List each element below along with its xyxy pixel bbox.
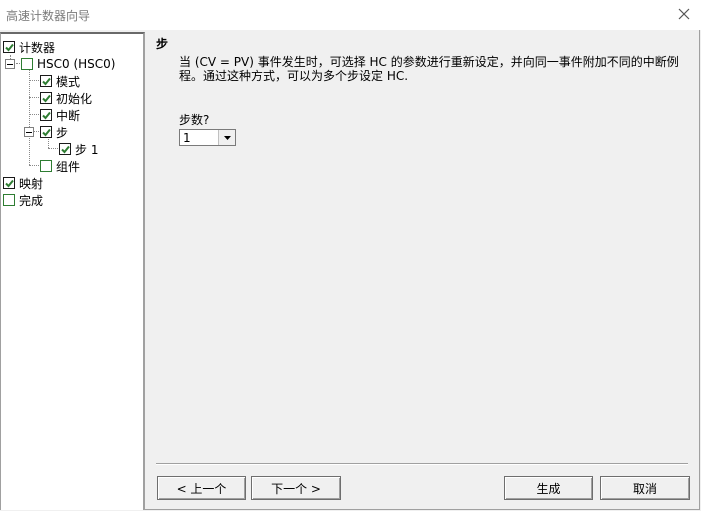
- checkbox-unchecked-icon: [21, 58, 33, 70]
- title-bar: 高速计数器向导: [0, 0, 701, 30]
- prev-button[interactable]: < 上一个: [157, 476, 246, 500]
- cancel-button[interactable]: 取消: [600, 476, 690, 500]
- tree-item-counter[interactable]: 计数器: [3, 39, 55, 55]
- close-icon: [678, 8, 690, 20]
- button-separator: [156, 463, 688, 465]
- tree-item-step[interactable]: 步: [40, 124, 68, 140]
- tree-item-mode[interactable]: 模式: [40, 73, 80, 89]
- tree-item-components[interactable]: 组件: [40, 158, 80, 174]
- tree-item-label: 完成: [19, 193, 44, 208]
- tree-item-init[interactable]: 初始化: [40, 90, 92, 106]
- wizard-tree: 计数器 HSC0 (HSC0) 模式 初始化 中断 步 步 1 组件 映射 完成: [0, 32, 145, 510]
- next-button[interactable]: 下一个 >: [251, 476, 341, 500]
- tree-item-step-1[interactable]: 步 1: [59, 141, 98, 157]
- tree-item-label: 初始化: [56, 91, 93, 106]
- close-button[interactable]: [671, 2, 697, 26]
- checkbox-checked-icon: [40, 92, 52, 104]
- tree-item-hsc0[interactable]: HSC0 (HSC0): [21, 56, 116, 72]
- checkbox-checked-icon: [40, 126, 52, 138]
- checkbox-checked-icon: [59, 143, 71, 155]
- tree-item-label: 组件: [56, 159, 81, 174]
- checkbox-checked-icon: [3, 41, 15, 53]
- checkbox-unchecked-icon: [3, 194, 15, 206]
- steps-dropdown-value: 1: [183, 131, 191, 145]
- collapse-toggle-step[interactable]: [24, 127, 34, 137]
- collapse-toggle-hsc0[interactable]: [5, 59, 15, 69]
- tree-item-label: 映射: [19, 176, 44, 191]
- steps-label: 步数?: [179, 113, 210, 127]
- tree-item-label: 步 1: [75, 142, 99, 157]
- checkbox-checked-icon: [40, 75, 52, 87]
- panel-title: 步: [156, 37, 169, 51]
- checkbox-unchecked-icon: [40, 160, 52, 172]
- window-title: 高速计数器向导: [6, 9, 91, 23]
- generate-button[interactable]: 生成: [504, 476, 593, 500]
- tree-item-mapping[interactable]: 映射: [3, 175, 43, 191]
- tree-item-interrupt[interactable]: 中断: [40, 107, 80, 123]
- tree-item-label: 步: [56, 125, 69, 140]
- tree-item-label: 模式: [56, 74, 81, 89]
- tree-item-label: HSC0 (HSC0): [37, 57, 116, 71]
- step-panel: 步 当 (CV = PV) 事件发生时，可选择 HC 的参数进行重新设定，并向同…: [147, 32, 698, 508]
- steps-dropdown[interactable]: 1: [179, 129, 236, 146]
- tree-item-label: 计数器: [19, 40, 56, 55]
- panel-description: 当 (CV = PV) 事件发生时，可选择 HC 的参数进行重新设定，并向同一事…: [179, 55, 679, 83]
- checkbox-checked-icon: [3, 177, 15, 189]
- checkbox-checked-icon: [40, 109, 52, 121]
- tree-item-label: 中断: [56, 108, 81, 123]
- tree-item-finish[interactable]: 完成: [3, 192, 43, 208]
- chevron-down-icon[interactable]: [218, 130, 235, 145]
